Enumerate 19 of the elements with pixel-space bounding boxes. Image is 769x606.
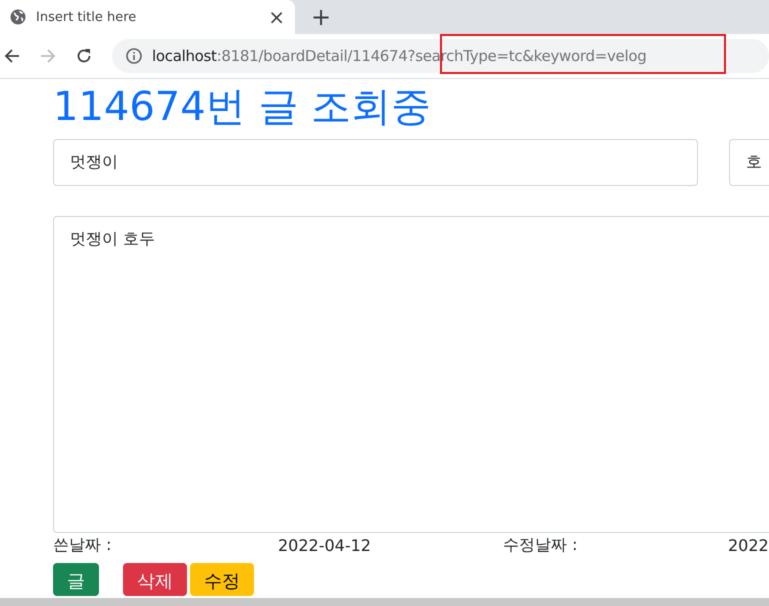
globe-icon <box>10 9 26 25</box>
close-tab-button[interactable]: × <box>268 5 285 29</box>
action-button[interactable]: 수정 <box>190 563 254 596</box>
date-label: 수정날짜 : <box>503 534 578 556</box>
title-field[interactable]: 멋쟁이 <box>53 139 698 186</box>
content-field[interactable]: 멋쟁이 호두 <box>53 216 769 533</box>
action-button[interactable]: 삭제 <box>123 563 187 596</box>
new-tab-button[interactable]: + <box>311 3 332 31</box>
writer-field[interactable]: 호 <box>729 139 769 186</box>
reload-icon[interactable] <box>76 48 92 64</box>
action-button[interactable]: 글 <box>53 563 99 596</box>
browser-tab[interactable]: Insert title here × <box>0 0 295 34</box>
date-value: 2022-04-12 <box>278 536 372 554</box>
horizontal-scrollbar[interactable] <box>0 598 769 606</box>
info-icon <box>126 48 142 64</box>
back-icon[interactable] <box>4 48 20 64</box>
date-label: 쓴날짜 : <box>53 534 112 556</box>
page-heading: 114674번 글 조회중 <box>53 83 432 131</box>
date-value: 2022 <box>728 536 769 554</box>
